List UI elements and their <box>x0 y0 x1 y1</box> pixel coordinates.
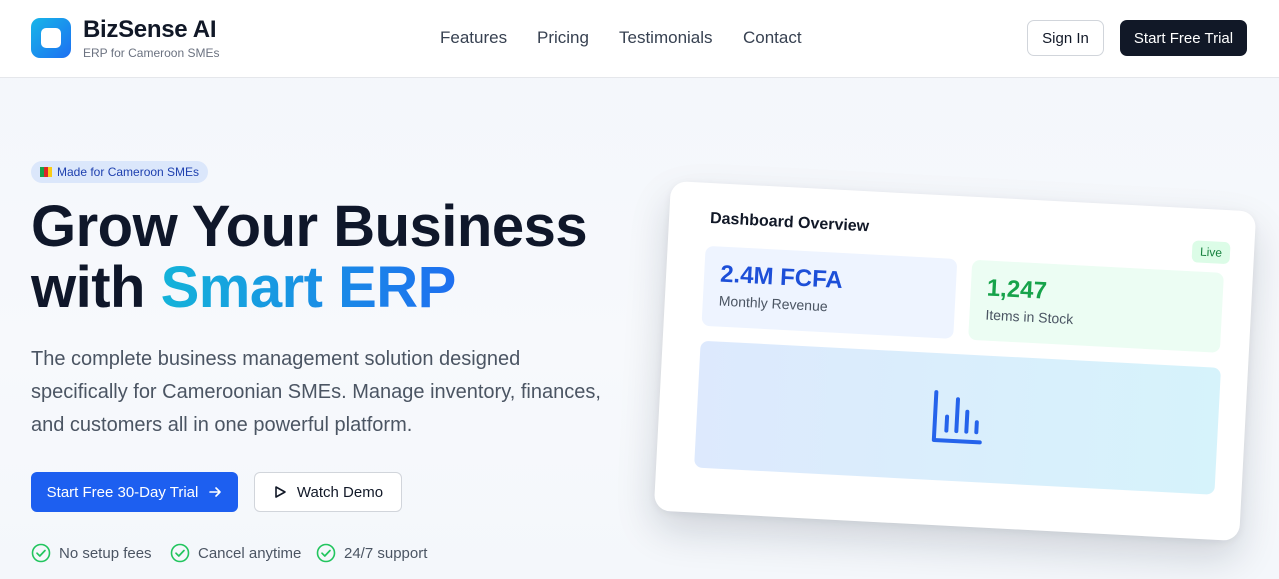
brand-tagline: ERP for Cameroon SMEs <box>83 46 220 60</box>
hero-title-accent: Smart ERP <box>160 255 457 320</box>
hero-title: Grow Your Business with Smart ERP <box>31 194 588 320</box>
perk-item: 24/7 support <box>316 543 427 563</box>
brand-name[interactable]: BizSense AI <box>83 16 217 44</box>
play-icon <box>275 486 286 498</box>
hero-description: The complete business management solutio… <box>31 348 601 436</box>
perk-label: No setup fees <box>59 544 152 562</box>
nav-link-testimonials[interactable]: Testimonials <box>619 28 713 48</box>
nav-link-features[interactable]: Features <box>440 28 507 48</box>
check-circle-icon <box>316 543 336 563</box>
hero-title-line1: Grow Your Business <box>31 194 588 259</box>
watch-demo-label: Watch Demo <box>296 483 384 501</box>
perk-label: 24/7 support <box>344 544 428 562</box>
start-free-trial-button[interactable]: Start Free Trial <box>1120 20 1247 56</box>
dashboard-preview-card: Dashboard Overview Live 2.4M FCFA Monthl… <box>653 180 1257 542</box>
revenue-stat-card: 2.4M FCFA Monthly Revenue <box>701 245 958 339</box>
check-circle-icon <box>170 543 190 563</box>
live-status-badge: Live <box>1191 240 1231 265</box>
dashboard-title: Dashboard Overview <box>709 210 870 236</box>
chart-placeholder <box>694 340 1222 495</box>
bar-chart-icon <box>931 389 982 444</box>
hero-badge: Made for Cameroon SMEs <box>31 161 209 183</box>
start-trial-cta-button[interactable]: Start Free 30-Day Trial <box>31 472 238 512</box>
nav-link-pricing[interactable]: Pricing <box>537 28 589 48</box>
start-trial-cta-label: Start Free 30-Day Trial <box>46 483 199 501</box>
arrow-right-icon <box>209 487 222 497</box>
top-navbar: BizSense AI ERP for Cameroon SMEs Featur… <box>0 0 1279 78</box>
perk-item: Cancel anytime <box>170 543 301 563</box>
brand-logo-icon[interactable] <box>31 18 71 58</box>
perk-item: No setup fees <box>31 543 152 563</box>
check-circle-icon <box>31 543 51 563</box>
sign-in-button[interactable]: Sign In <box>1027 20 1104 56</box>
cameroon-flag-icon <box>40 167 52 177</box>
stock-stat-card: 1,247 Items in Stock <box>968 259 1224 353</box>
perk-label: Cancel anytime <box>198 544 302 562</box>
watch-demo-button[interactable]: Watch Demo <box>254 472 402 512</box>
hero-badge-label: Made for Cameroon SMEs <box>57 165 200 179</box>
nav-link-contact[interactable]: Contact <box>743 28 802 48</box>
hero-title-prefix: with <box>31 255 161 320</box>
